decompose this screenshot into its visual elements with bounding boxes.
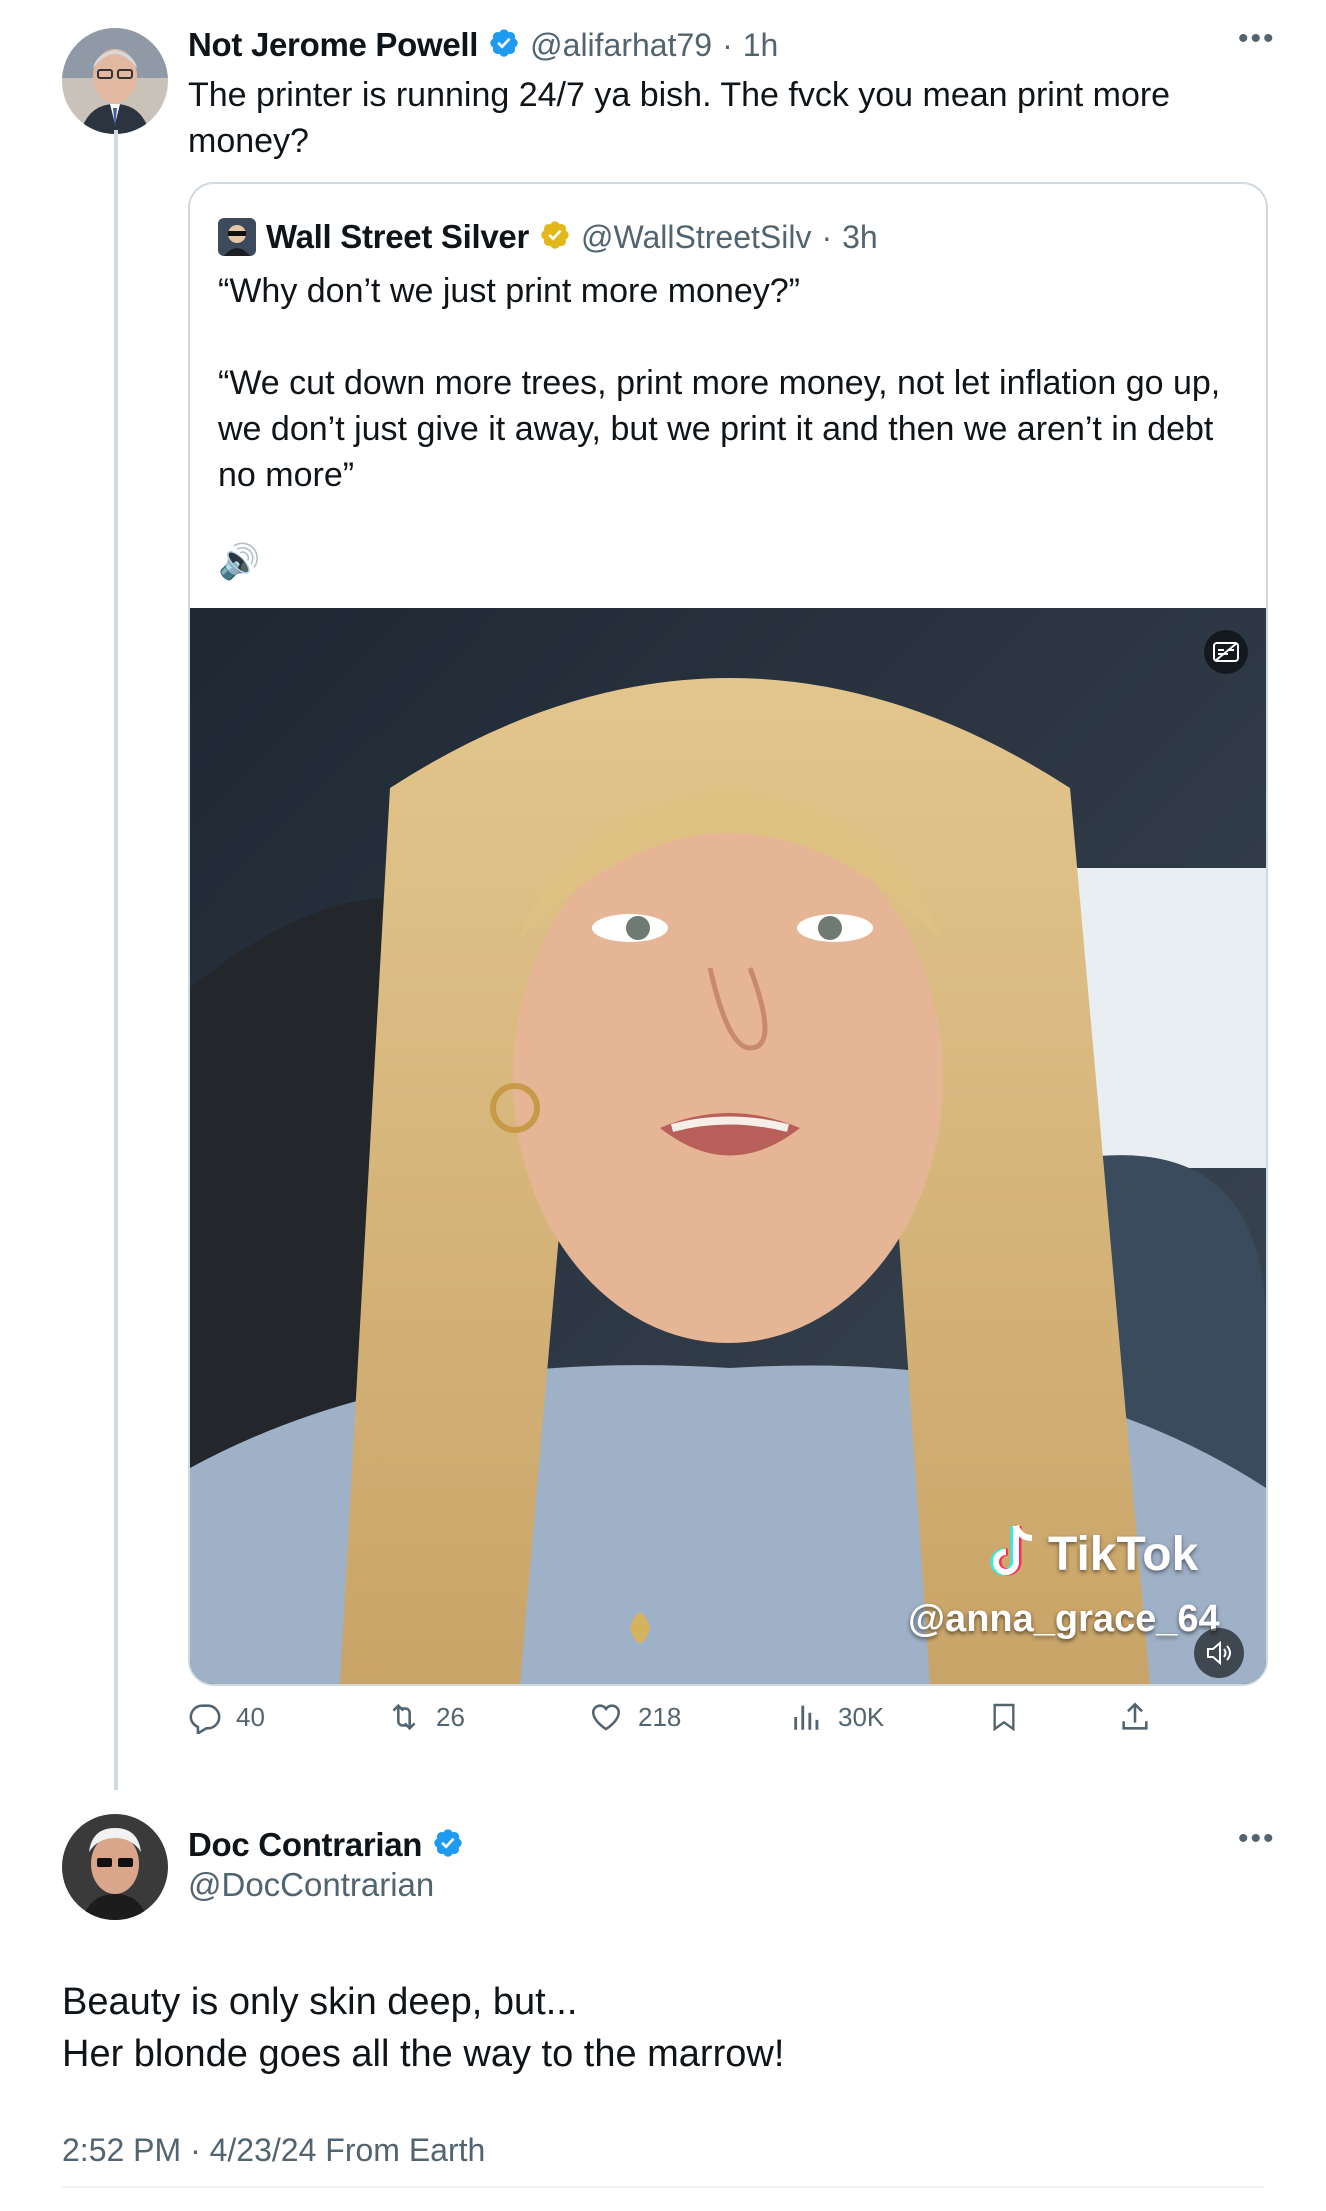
verified-badge-icon: [432, 1827, 464, 1864]
share-icon: [1122, 1702, 1148, 1730]
tiktok-watermark: TikTok: [1048, 1528, 1199, 1581]
reply-timestamp[interactable]: 2:52 PM · 4/23/24 From Earth: [62, 2132, 485, 2169]
reply-author-name[interactable]: Doc Contrarian: [188, 1826, 422, 1864]
quoted-text: “Why don’t we just print more money?” “W…: [218, 272, 1221, 494]
avatar-doc-contrarian[interactable]: [62, 1814, 168, 1920]
more-icon[interactable]: •••: [1238, 22, 1276, 56]
bookmark-icon: [993, 1703, 1015, 1732]
repost-button[interactable]: 26: [386, 1700, 465, 1734]
captions-icon[interactable]: [1204, 630, 1248, 674]
separator-dot: ·: [821, 218, 833, 255]
reply-button[interactable]: 40: [188, 1700, 265, 1734]
repost-icon: [392, 1703, 416, 1731]
reply-text-line-2: Her blonde goes all the way to the marro…: [62, 2033, 785, 2075]
like-count: 218: [638, 1701, 682, 1732]
tiktok-handle-watermark: @anna_grace_64: [908, 1598, 1220, 1640]
reply-author-handle[interactable]: @DocContrarian: [188, 1866, 434, 1904]
reply-text-line-1: Beauty is only skin deep, but...: [62, 1981, 578, 2023]
repost-count: 26: [436, 1701, 465, 1732]
reply-icon: [189, 1704, 221, 1734]
share-button[interactable]: [1118, 1700, 1152, 1734]
verified-badge-icon: [488, 27, 520, 64]
views-icon: [794, 1705, 819, 1730]
like-button[interactable]: 218: [588, 1700, 681, 1734]
reply-count: 40: [236, 1701, 265, 1732]
heart-icon: [591, 1704, 621, 1731]
avatar-not-jerome-powell[interactable]: [62, 28, 168, 134]
avatar-wall-street-silver[interactable]: [218, 218, 256, 256]
mute-icon[interactable]: [1194, 1628, 1244, 1678]
separator-dot: ·: [722, 26, 733, 63]
bookmark-button[interactable]: [988, 1700, 1020, 1734]
quoted-author-handle[interactable]: @WallStreetSilv: [581, 219, 811, 256]
views-button[interactable]: 30K: [790, 1700, 884, 1734]
author-handle[interactable]: @alifarhat79: [530, 27, 712, 64]
divider: [62, 2186, 1264, 2188]
speaker-emoji: 🔊: [218, 543, 261, 581]
author-name[interactable]: Not Jerome Powell: [188, 26, 478, 64]
avatar-image: [62, 28, 168, 134]
thread-line: [114, 130, 118, 1790]
verified-gold-badge-icon: [539, 219, 571, 256]
video-player[interactable]: TikTok @anna_grace_64: [190, 608, 1266, 1684]
tweet-text: The printer is running 24/7 ya bish. The…: [188, 76, 1171, 160]
tweet-time[interactable]: 1h: [743, 27, 779, 64]
avatar-image: [62, 1814, 168, 1920]
views-count: 30K: [838, 1701, 885, 1732]
more-icon[interactable]: •••: [1238, 1822, 1276, 1856]
quoted-author-name[interactable]: Wall Street Silver: [266, 218, 529, 256]
quoted-time: 3h: [842, 218, 878, 255]
quoted-tweet[interactable]: Wall Street Silver @WallStreetSilv · 3h …: [188, 182, 1268, 1686]
tiktok-logo-icon: [988, 1522, 1040, 1587]
